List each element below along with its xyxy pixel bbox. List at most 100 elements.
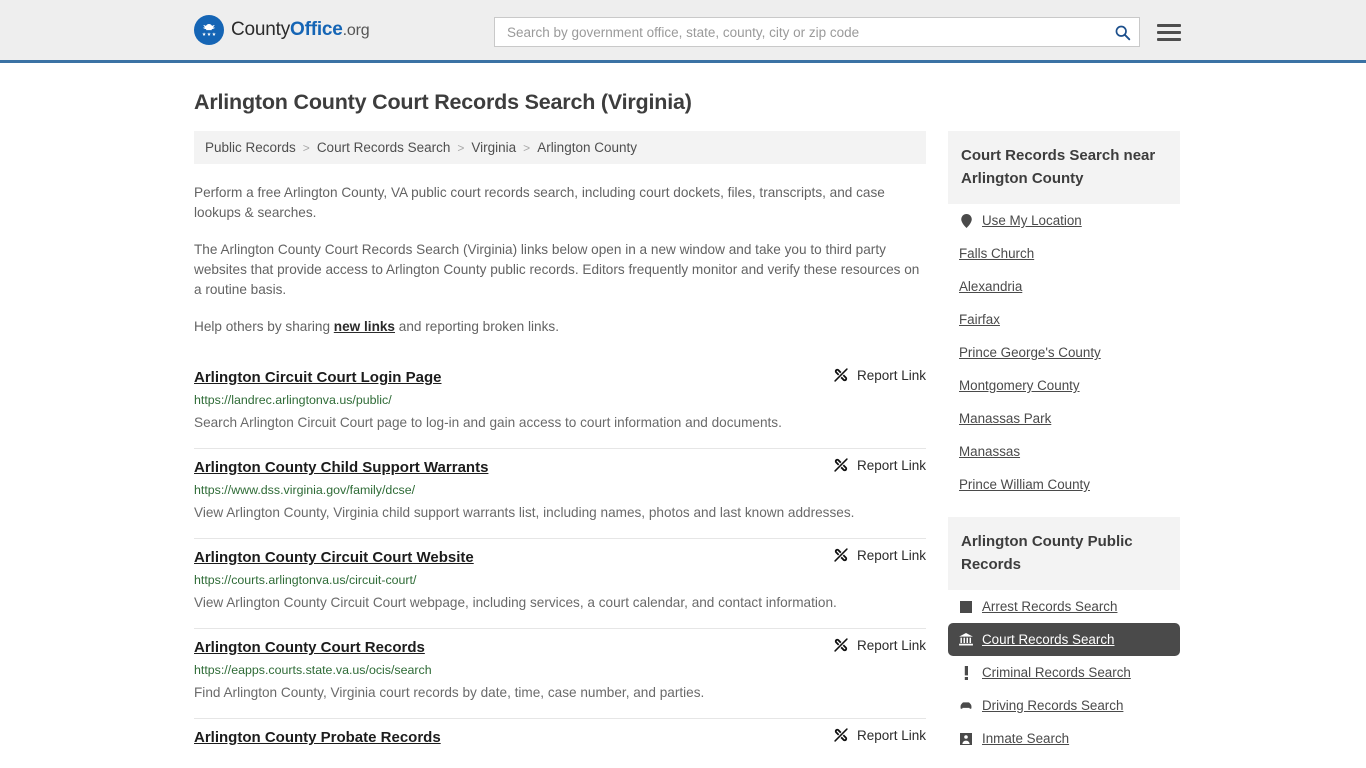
results-list: Arlington Circuit Court Login Page Repor… — [194, 359, 926, 761]
sidebar-link-label[interactable]: Inmate Search — [982, 731, 1069, 746]
logo-text-office: Office — [290, 19, 343, 40]
hamburger-bar — [1157, 31, 1181, 34]
sidebar-item-manassas-park[interactable]: Manassas Park — [948, 402, 1180, 435]
intro-text: Perform a free Arlington County, VA publ… — [194, 183, 926, 337]
intro-paragraph-1: Perform a free Arlington County, VA publ… — [194, 183, 926, 223]
result-title-link[interactable]: Arlington County Circuit Court Website — [194, 547, 474, 568]
broken-link-icon — [833, 547, 849, 563]
logo-text-org: .org — [343, 22, 370, 39]
eagle-seal-icon — [194, 15, 224, 45]
main-column: Public Records > Court Records Search > … — [194, 131, 926, 761]
sidebar-public-records-list: Arrest Records Search — [948, 590, 1180, 755]
breadcrumb-item-virginia[interactable]: Virginia — [471, 140, 516, 155]
breadcrumb-item-court-records-search[interactable]: Court Records Search — [317, 140, 451, 155]
sidebar-item-court-records-search[interactable]: Court Records Search — [948, 623, 1180, 656]
site-header: CountyOffice.org — [0, 0, 1366, 63]
car-icon — [959, 699, 973, 713]
result-description: Search Arlington Circuit Court page to l… — [194, 410, 926, 435]
hamburger-menu-icon[interactable] — [1157, 24, 1181, 41]
report-link-button[interactable]: Report Link — [833, 727, 926, 743]
broken-link-icon — [833, 637, 849, 653]
sidebar-link-label[interactable]: Arrest Records Search — [982, 599, 1117, 614]
sidebar-link-label[interactable]: Prince William County — [959, 477, 1090, 492]
sidebar-item-arrest-records-search[interactable]: Arrest Records Search — [948, 590, 1180, 623]
sidebar-item-alexandria[interactable]: Alexandria — [948, 270, 1180, 303]
sidebar-public-records-heading: Arlington County Public Records — [948, 517, 1180, 590]
result-header: Arlington Circuit Court Login Page Repor… — [194, 367, 926, 388]
sidebar-item-manassas[interactable]: Manassas — [948, 435, 1180, 468]
result-url: https://www.dss.virginia.gov/family/dcse… — [194, 482, 926, 499]
search-button[interactable] — [1109, 19, 1135, 45]
sidebar-link-label[interactable]: Montgomery County — [959, 378, 1080, 393]
broken-link-icon — [833, 457, 849, 473]
search-input[interactable] — [505, 18, 1109, 46]
report-link-button[interactable]: Report Link — [833, 637, 926, 653]
breadcrumb-separator: > — [523, 141, 530, 155]
site-logo[interactable]: CountyOffice.org — [194, 15, 369, 45]
sidebar-item-montgomery-county[interactable]: Montgomery County — [948, 369, 1180, 402]
sidebar: Court Records Search near Arlington Coun… — [948, 131, 1180, 755]
page-container: Arlington County Court Records Search (V… — [0, 90, 1366, 761]
result-description: View Arlington County Circuit Court webp… — [194, 590, 926, 615]
report-link-label: Report Link — [857, 638, 926, 653]
sidebar-item-inmate-search[interactable]: Inmate Search — [948, 722, 1180, 755]
page-title: Arlington County Court Records Search (V… — [194, 90, 1172, 115]
result-title-link[interactable]: Arlington County Child Support Warrants — [194, 457, 488, 478]
report-link-button[interactable]: Report Link — [833, 547, 926, 563]
report-link-label: Report Link — [857, 548, 926, 563]
result-header: Arlington County Probate Records Report … — [194, 727, 926, 748]
sidebar-link-label[interactable]: Manassas — [959, 444, 1020, 459]
sidebar-link-label[interactable]: Criminal Records Search — [982, 665, 1131, 680]
sidebar-link-label[interactable]: Driving Records Search — [982, 698, 1123, 713]
report-link-label: Report Link — [857, 728, 926, 743]
breadcrumb-separator: > — [457, 141, 464, 155]
result-item: Arlington County Circuit Court Website R… — [194, 539, 926, 629]
search-box[interactable] — [494, 17, 1140, 47]
sidebar-item-falls-church[interactable]: Falls Church — [948, 237, 1180, 270]
sidebar-link-label[interactable]: Falls Church — [959, 246, 1034, 261]
breadcrumb-item-public-records[interactable]: Public Records — [205, 140, 296, 155]
report-link-button[interactable]: Report Link — [833, 367, 926, 383]
sidebar-link-label[interactable]: Use My Location — [982, 213, 1082, 228]
sidebar-item-criminal-records-search[interactable]: Criminal Records Search — [948, 656, 1180, 689]
hamburger-bar — [1157, 24, 1181, 27]
result-header: Arlington County Court Records Report Li… — [194, 637, 926, 658]
result-title-link[interactable]: Arlington Circuit Court Login Page — [194, 367, 442, 388]
sidebar-link-label[interactable]: Court Records Search — [982, 632, 1114, 647]
sidebar-nearby-heading: Court Records Search near Arlington Coun… — [948, 131, 1180, 204]
new-links-link[interactable]: new links — [334, 319, 395, 334]
sidebar-link-label[interactable]: Fairfax — [959, 312, 1000, 327]
sidebar-item-prince-william-county[interactable]: Prince William County — [948, 468, 1180, 501]
logo-text-county: County — [231, 19, 290, 40]
result-header: Arlington County Child Support Warrants … — [194, 457, 926, 478]
breadcrumb: Public Records > Court Records Search > … — [194, 131, 926, 164]
sidebar-nearby-list: Use My Location Falls Church Alexandria … — [948, 204, 1180, 501]
result-item: Arlington Circuit Court Login Page Repor… — [194, 359, 926, 449]
result-title-link[interactable]: Arlington County Probate Records — [194, 727, 441, 748]
sidebar-item-fairfax[interactable]: Fairfax — [948, 303, 1180, 336]
exclamation-icon — [959, 666, 973, 680]
result-description: View Arlington County, Virginia child su… — [194, 500, 926, 525]
sidebar-card-nearby: Court Records Search near Arlington Coun… — [948, 131, 1180, 501]
report-link-label: Report Link — [857, 458, 926, 473]
sidebar-card-public-records: Arlington County Public Records Arrest R… — [948, 517, 1180, 755]
logo-wordmark: CountyOffice.org — [231, 19, 369, 41]
result-url: https://courts.arlingtonva.us/circuit-co… — [194, 572, 926, 589]
inmate-icon — [959, 732, 973, 746]
sidebar-item-driving-records-search[interactable]: Driving Records Search — [948, 689, 1180, 722]
hamburger-bar — [1157, 38, 1181, 41]
broken-link-icon — [833, 367, 849, 383]
result-item: Arlington County Probate Records Report … — [194, 719, 926, 761]
intro-p3-after: and reporting broken links. — [395, 319, 559, 334]
sidebar-item-use-my-location[interactable]: Use My Location — [948, 204, 1180, 237]
result-title-link[interactable]: Arlington County Court Records — [194, 637, 425, 658]
result-url: https://landrec.arlingtonva.us/public/ — [194, 392, 926, 409]
sidebar-link-label[interactable]: Alexandria — [959, 279, 1022, 294]
sidebar-item-prince-georges-county[interactable]: Prince George's County — [948, 336, 1180, 369]
sidebar-link-label[interactable]: Manassas Park — [959, 411, 1051, 426]
courthouse-icon — [959, 633, 973, 647]
result-description: Find Arlington County, Virginia court re… — [194, 680, 926, 705]
sidebar-link-label[interactable]: Prince George's County — [959, 345, 1101, 360]
intro-p3-before: Help others by sharing — [194, 319, 334, 334]
report-link-button[interactable]: Report Link — [833, 457, 926, 473]
